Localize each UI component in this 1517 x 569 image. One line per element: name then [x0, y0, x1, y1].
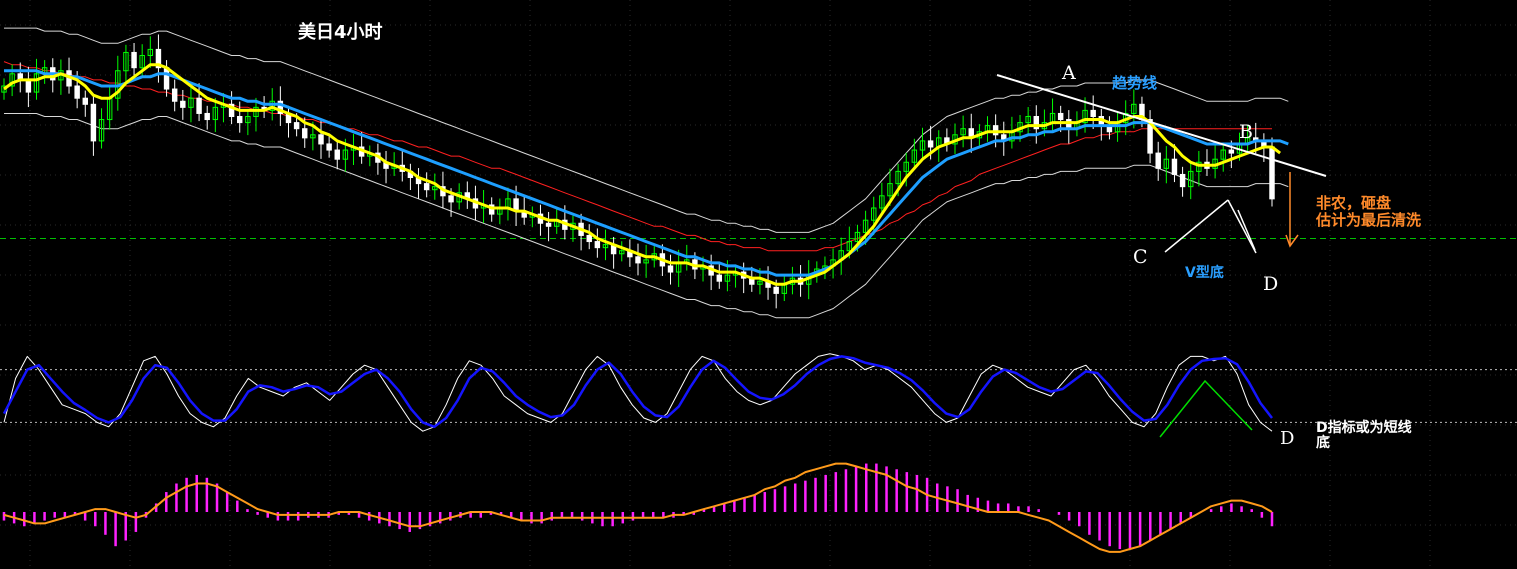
indicator-note-line1: D指标或为短线 [1316, 420, 1412, 436]
candle-body [25, 79, 32, 93]
candle-body [90, 103, 97, 142]
candle-body [326, 143, 332, 151]
lower-band-line [4, 113, 1289, 319]
candle-body [171, 88, 178, 102]
indicator-note-line2: 底 [1316, 435, 1330, 451]
v-bottom-inner-line [1237, 209, 1256, 251]
upper-band-line [4, 27, 1289, 233]
chart-window: 美日4小时 A B C D 趋势线 V型底 非农，砸盘 估计为最后清洗 D指标或… [0, 0, 1517, 569]
nfp-drop-arrowhead [1285, 234, 1299, 248]
v-bottom-left-line [1164, 199, 1229, 253]
candle-body [1179, 173, 1186, 188]
candle-body [586, 234, 592, 243]
point-a-label: A [1062, 62, 1076, 84]
candle-body [1090, 109, 1096, 118]
candle-body [1155, 152, 1161, 169]
candle-body [293, 122, 300, 130]
candle-body [635, 256, 641, 264]
candle-body [716, 274, 723, 282]
stoch-peak-marker [1159, 379, 1253, 438]
candle-body [74, 85, 80, 99]
candle-body [302, 128, 308, 139]
v-bottom-right-line [1227, 199, 1257, 254]
candle-body [334, 149, 340, 160]
candle-body [448, 195, 454, 203]
indicator-point-d-label: D [1280, 428, 1295, 449]
candle-body [594, 241, 601, 249]
candle-body [1171, 158, 1178, 175]
chart-canvas[interactable] [0, 0, 1517, 569]
point-d-label: D [1263, 273, 1279, 295]
candle-body [423, 183, 430, 191]
macd-signal-line [3, 462, 1273, 553]
point-b-label: B [1239, 121, 1253, 143]
candle-body [1269, 146, 1275, 200]
candle-body [196, 97, 202, 114]
candle-body [180, 100, 186, 108]
candle-body [992, 125, 999, 136]
candle-body [1057, 112, 1064, 121]
candle-body [163, 67, 170, 90]
candle-body [927, 140, 934, 148]
v-bottom-label: V型底 [1185, 265, 1224, 281]
candle-body [1228, 149, 1235, 154]
candle-body [131, 51, 137, 69]
candle-body [545, 222, 552, 227]
point-c-label: C [1133, 246, 1148, 268]
chart-title: 美日4小时 [298, 22, 383, 43]
candle-body [667, 265, 674, 273]
candle-body [82, 97, 89, 105]
stoch-k-line [3, 353, 1273, 432]
candle-body [204, 112, 210, 121]
trendline-label: 趋势线 [1112, 74, 1158, 92]
nfp-note-line2: 估计为最后清洗 [1316, 211, 1422, 229]
candle-body [236, 116, 243, 124]
candle-body [773, 286, 779, 294]
candle-body [318, 134, 324, 145]
